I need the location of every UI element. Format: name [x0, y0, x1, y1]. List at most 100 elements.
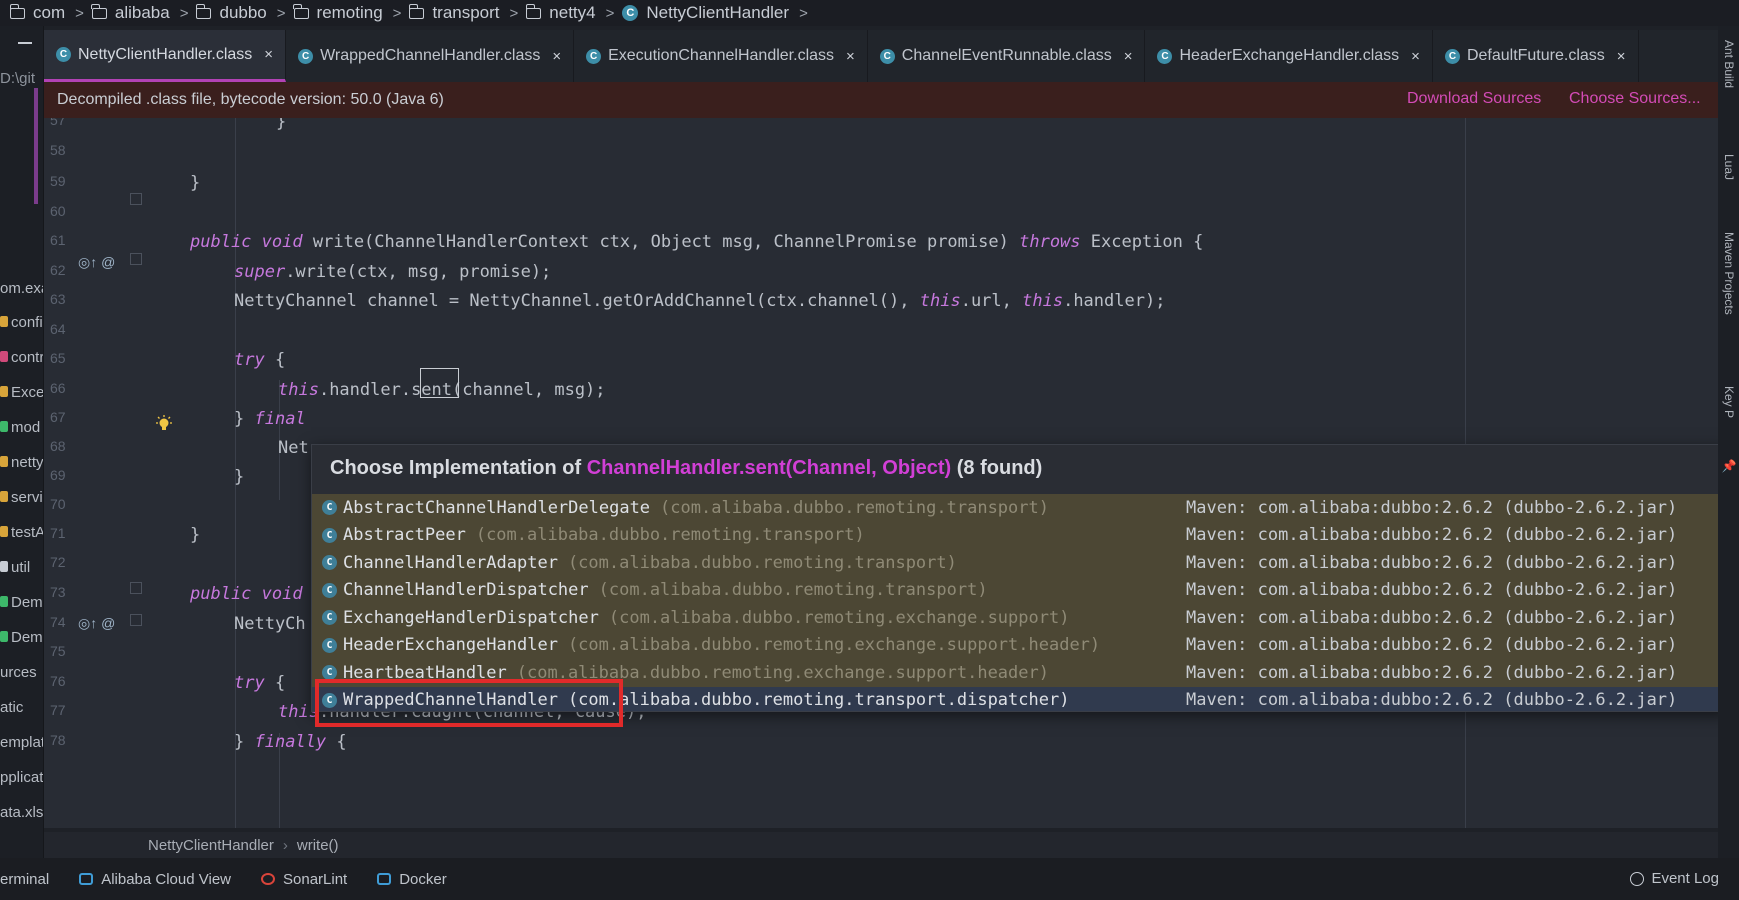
implementation-row[interactable]: C HeaderExchangeHandler (com.alibaba.dubbo…: [312, 631, 1727, 659]
tree-item[interactable]: netty: [0, 454, 43, 471]
folder-icon: [408, 3, 425, 19]
sonarlint-button[interactable]: SonarLint: [261, 871, 347, 888]
line-number: 77: [50, 702, 66, 718]
terminal-button[interactable]: erminal: [0, 871, 49, 888]
tab-wrappedchannelhandler[interactable]: C WrappedChannelHandler.class ×: [286, 30, 575, 82]
tab-headerexchangehandler[interactable]: C HeaderExchangeHandler.class ×: [1145, 30, 1433, 82]
tab-executionchannelhandler[interactable]: C ExecutionChannelHandler.class ×: [574, 30, 868, 82]
fold-icon[interactable]: [130, 582, 142, 594]
tree-item[interactable]: ata.xls: [0, 804, 43, 821]
tree-item[interactable]: mod: [0, 419, 40, 436]
fold-icon[interactable]: [130, 193, 142, 205]
tree-item[interactable]: util: [0, 559, 30, 576]
close-icon[interactable]: ×: [846, 48, 855, 65]
breadcrumb-item-com[interactable]: com: [9, 3, 65, 23]
code-line-57: }: [235, 118, 287, 132]
maven-projects-tool[interactable]: Maven Projects: [1722, 232, 1736, 315]
choose-sources-link[interactable]: Choose Sources...: [1569, 90, 1701, 108]
class-icon: C: [322, 500, 337, 516]
tree-item[interactable]: Excel: [0, 384, 43, 401]
close-icon[interactable]: ×: [1617, 48, 1626, 65]
editor-breadcrumb: NettyClientHandler › write(): [44, 832, 1718, 858]
panel-accent: [34, 88, 38, 204]
package-icon: [0, 386, 8, 397]
implementation-row[interactable]: C ExchangeHandlerDispatcher (com.alibaba.d…: [312, 604, 1727, 632]
fold-icon[interactable]: [130, 253, 142, 265]
tab-defaultfuture[interactable]: C DefaultFuture.class ×: [1433, 30, 1639, 82]
line-number: 59: [50, 173, 66, 189]
tree-item[interactable]: servi: [0, 489, 43, 506]
tree-item[interactable]: contr: [0, 349, 43, 366]
code-line-78: } finally {: [234, 732, 347, 752]
implementation-row[interactable]: C AbstractPeer (com.alibaba.dubbo.remoting…: [312, 521, 1727, 549]
breadcrumb-item-transport[interactable]: transport: [408, 3, 500, 23]
folder-icon: [91, 3, 107, 19]
close-icon[interactable]: ×: [1124, 48, 1133, 65]
override-icon[interactable]: ◎↑ @: [78, 615, 115, 632]
line-number: 60: [50, 203, 66, 219]
line-number: 63: [50, 291, 66, 307]
download-sources-link[interactable]: Download Sources: [1407, 90, 1541, 108]
editor-tabs: C NettyClientHandler.class × C WrappedChann…: [44, 30, 1718, 82]
close-icon[interactable]: ×: [264, 46, 273, 63]
code-line-67: } final: [234, 409, 306, 429]
breadcrumb-item-dubbo[interactable]: dubbo: [195, 3, 267, 23]
override-icon[interactable]: ◎↑ @: [78, 254, 115, 271]
luaj-tool[interactable]: LuaJ: [1722, 154, 1736, 180]
line-number: 67: [50, 409, 66, 425]
event-log-icon: [1630, 871, 1645, 886]
collapse-icon[interactable]: [18, 42, 32, 44]
tree-item[interactable]: Dem: [0, 629, 43, 646]
class-icon: C: [322, 610, 337, 626]
code-line-71: }: [190, 525, 201, 545]
choose-implementation-popup: Choose Implementation of ChannelHandler.…: [311, 444, 1728, 712]
breadcrumb-item-netty4[interactable]: netty4: [525, 3, 596, 23]
editor-breadcrumb-method[interactable]: write(): [297, 837, 339, 854]
breadcrumb-item-alibaba[interactable]: alibaba: [91, 3, 170, 23]
package-icon: [0, 316, 8, 327]
code-line-61: public void write(ChannelHandlerContext …: [190, 232, 1204, 252]
line-number: 69: [50, 467, 66, 483]
line-number: 78: [50, 732, 66, 748]
chevron-right-icon: ›: [282, 836, 288, 854]
tree-item[interactable]: urces: [0, 664, 37, 681]
implementation-row[interactable]: C ChannelHandlerAdapter (com.alibaba.dubbo…: [312, 549, 1727, 577]
package-icon: [0, 351, 8, 362]
implementation-row[interactable]: C ChannelHandlerDispatcher (com.alibaba.du…: [312, 576, 1727, 604]
breadcrumb-item-remoting[interactable]: remoting: [293, 3, 383, 23]
lightbulb-icon[interactable]: [155, 415, 173, 433]
tree-item[interactable]: om.exa: [0, 280, 43, 297]
tree-item[interactable]: atic: [0, 699, 23, 716]
tree-item[interactable]: testA: [0, 524, 43, 541]
tree-item[interactable]: Dem: [0, 594, 43, 611]
key-promoter-tool[interactable]: Key P: [1722, 386, 1736, 418]
decompiled-banner: Decompiled .class file, bytecode version…: [44, 82, 1718, 118]
close-icon[interactable]: ×: [552, 48, 561, 65]
class-icon: C: [322, 637, 337, 653]
editor-breadcrumb-class[interactable]: NettyClientHandler: [148, 837, 274, 854]
fold-icon[interactable]: [130, 614, 142, 626]
class-icon: C: [322, 527, 337, 543]
alibaba-cloud-view-button[interactable]: Alibaba Cloud View: [79, 871, 231, 888]
tree-item[interactable]: confi: [0, 314, 43, 331]
tab-channeleventrunnable[interactable]: C ChannelEventRunnable.class ×: [868, 30, 1146, 82]
class-icon: C: [1444, 48, 1460, 64]
line-number: 57: [50, 118, 66, 128]
ant-build-tool[interactable]: Ant Build: [1722, 40, 1736, 88]
tab-nettyclienthandler[interactable]: C NettyClientHandler.class ×: [44, 30, 287, 82]
breadcrumb-item-class[interactable]: C NettyClientHandler: [622, 3, 789, 23]
implementation-row[interactable]: C AbstractChannelHandlerDelegate (com.alib…: [312, 494, 1727, 522]
docker-icon: [377, 873, 392, 885]
pin-icon[interactable]: 📌: [1722, 458, 1736, 473]
package-icon: [0, 526, 8, 537]
line-number: 66: [50, 380, 66, 396]
chevron-right-icon: >: [75, 4, 84, 22]
event-log-button[interactable]: Event Log: [1630, 870, 1719, 887]
package-icon: [0, 421, 8, 432]
tree-item[interactable]: emplat: [0, 734, 43, 751]
right-tool-strip: Ant Build LuaJ Maven Projects Key P 📌: [1718, 26, 1739, 858]
docker-button[interactable]: Docker: [377, 871, 447, 888]
tree-item[interactable]: pplicat: [0, 769, 43, 786]
popup-title: Choose Implementation of ChannelHandler.…: [330, 457, 1043, 479]
close-icon[interactable]: ×: [1411, 48, 1420, 65]
